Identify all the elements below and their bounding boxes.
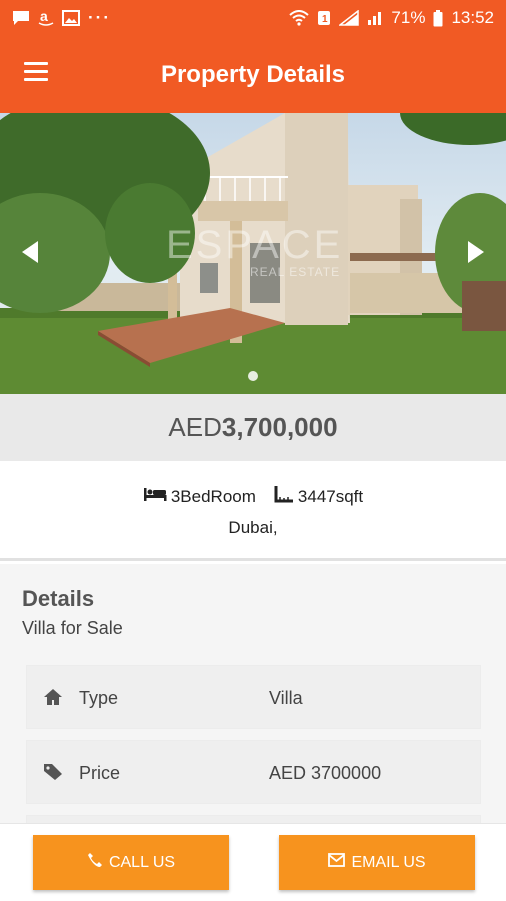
- envelope-icon: [328, 853, 346, 872]
- property-summary: 3BedRoom 3447sqft Dubai,: [0, 461, 506, 561]
- watermark-logo: ESPACE: [166, 223, 344, 267]
- sim-icon: 1: [317, 10, 331, 26]
- email-us-label: EMAIL US: [351, 853, 426, 871]
- price-banner: AED 3,700,000: [0, 394, 506, 461]
- menu-icon[interactable]: [24, 62, 48, 82]
- wifi-icon: [289, 10, 310, 26]
- property-image-gallery[interactable]: ESPACE REAL ESTATE: [0, 113, 506, 394]
- detail-value: Villa: [269, 688, 303, 708]
- bedrooms-feature: 3BedRoom: [143, 485, 256, 508]
- detail-row-price: Price AED 3700000: [26, 740, 481, 804]
- price-currency: AED: [168, 412, 222, 442]
- svg-text:a: a: [40, 9, 48, 24]
- tag-icon: [43, 763, 63, 781]
- area-value: 3447sqft: [297, 486, 364, 506]
- details-section: Details Villa for Sale Type Villa Price …: [0, 564, 506, 879]
- contact-action-bar: CALL US EMAIL US: [0, 823, 506, 901]
- area-feature: 3447sqft: [274, 485, 363, 508]
- home-icon: [43, 688, 63, 706]
- detail-label: Price: [79, 763, 121, 783]
- clock: 13:52: [451, 8, 494, 27]
- detail-label: Type: [79, 688, 119, 708]
- battery-icon: [433, 9, 443, 27]
- email-us-button[interactable]: EMAIL US: [279, 835, 475, 890]
- call-us-label: CALL US: [108, 853, 176, 871]
- next-image-arrow-icon[interactable]: [468, 241, 484, 263]
- battery-percent: 71%: [391, 8, 426, 27]
- bedrooms-value: 3BedRoom: [170, 486, 256, 506]
- gallery-page-indicator[interactable]: [248, 371, 258, 381]
- signal-icon-2: [367, 10, 383, 26]
- detail-row-type: Type Villa: [26, 665, 481, 729]
- signal-icon: [339, 10, 360, 26]
- watermark-subtitle: REAL ESTATE: [250, 265, 341, 279]
- price-amount: 3,700,000: [221, 412, 338, 442]
- message-icon: [12, 10, 30, 26]
- app-bar: Property Details: [0, 36, 506, 113]
- details-heading: Details: [22, 586, 95, 611]
- amazon-icon: a: [38, 9, 54, 27]
- bed-icon: [143, 486, 167, 507]
- call-us-button[interactable]: CALL US: [33, 835, 229, 890]
- page-title: Property Details: [160, 60, 346, 88]
- image-icon: [62, 10, 80, 26]
- location-text: Dubai,: [228, 518, 278, 537]
- detail-value: AED 3700000: [269, 763, 382, 783]
- status-bar: a ··· 1 71% 13:52: [0, 0, 506, 36]
- previous-image-arrow-icon[interactable]: [22, 241, 38, 263]
- more-notifications-icon: ···: [88, 8, 111, 27]
- phone-icon: [87, 852, 103, 873]
- area-icon: [274, 485, 294, 508]
- svg-text:1: 1: [322, 14, 328, 25]
- details-subheading: Villa for Sale: [22, 618, 123, 638]
